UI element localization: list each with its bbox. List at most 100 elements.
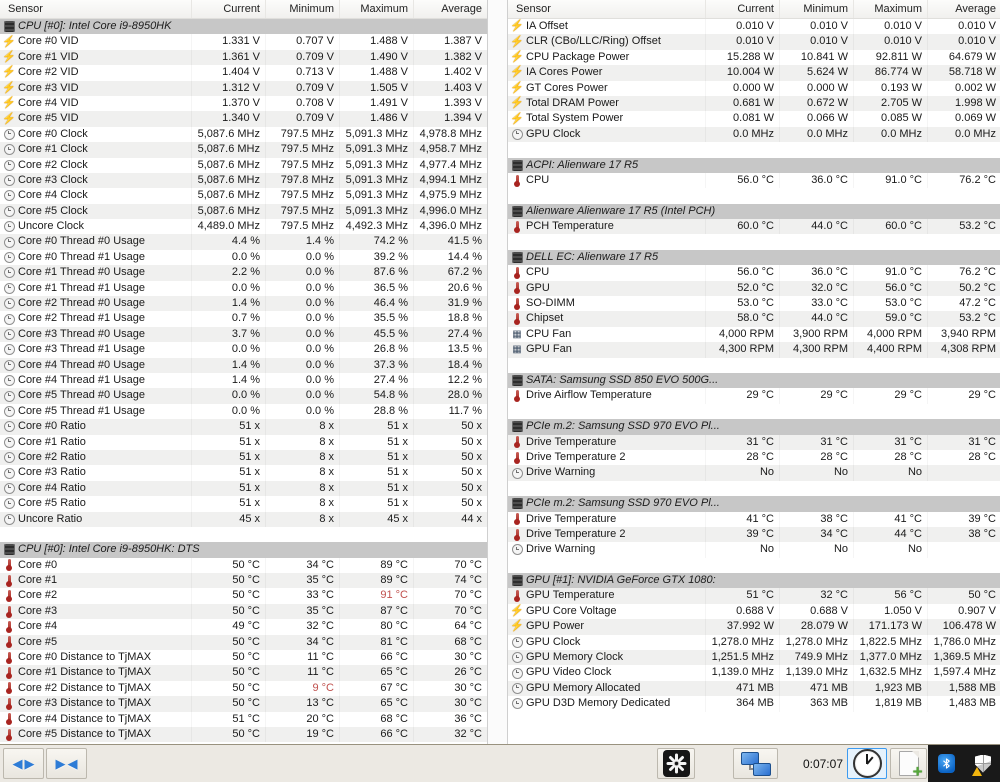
sensor-section-row[interactable]: Alienware Alienware 17 R5 (Intel PCH) [508, 204, 1000, 219]
sensor-row[interactable]: GPU Core Voltage0.688 V0.688 V1.050 V0.9… [508, 604, 1000, 619]
sensor-row[interactable]: Core #2 VID1.404 V0.713 V1.488 V1.402 V [0, 65, 487, 80]
fan-control-button[interactable] [657, 748, 695, 779]
sensor-row[interactable]: Core #3 Thread #1 Usage0.0 %0.0 %26.8 %1… [0, 342, 487, 357]
sensor-row[interactable]: Core #2 Thread #0 Usage1.4 %0.0 %46.4 %3… [0, 296, 487, 311]
pane-splitter[interactable] [488, 0, 507, 745]
sensor-row[interactable]: Drive Temperature31 °C31 °C31 °C31 °C [508, 435, 1000, 450]
sensor-section-row[interactable]: PCIe m.2: Samsung SSD 970 EVO Pl... [508, 496, 1000, 511]
sensor-row[interactable]: Core #3 Thread #0 Usage3.7 %0.0 %45.5 %2… [0, 327, 487, 342]
column-header-minimum[interactable]: Minimum [779, 0, 853, 18]
sensor-row[interactable]: GPU Temperature51 °C32 °C56 °C50 °C [508, 588, 1000, 603]
sensor-row[interactable]: Core #0 Thread #0 Usage4.4 %1.4 %74.2 %4… [0, 234, 487, 249]
sensor-row[interactable]: Core #2 Distance to TjMAX50 °C9 °C67 °C3… [0, 681, 487, 696]
sensor-row[interactable]: GPU Fan4,300 RPM4,300 RPM4,400 RPM4,308 … [508, 342, 1000, 357]
sensor-row[interactable]: CLR (CBo/LLC/Ring) Offset0.010 V0.010 V0… [508, 34, 1000, 49]
sensor-row[interactable]: Core #4 Clock5,087.6 MHz797.5 MHz5,091.3… [0, 188, 487, 203]
sensor-row[interactable]: GPU Memory Clock1,251.5 MHz749.9 MHz1,37… [508, 650, 1000, 665]
sensor-row[interactable]: CPU Package Power15.288 W10.841 W92.811 … [508, 50, 1000, 65]
sensor-row[interactable]: Core #050 °C34 °C89 °C70 °C [0, 558, 487, 573]
sensor-row[interactable]: Uncore Clock4,489.0 MHz797.5 MHz4,492.3 … [0, 219, 487, 234]
sensor-row[interactable]: Core #350 °C35 °C87 °C70 °C [0, 604, 487, 619]
sensor-row[interactable]: GPU Video Clock1,139.0 MHz1,139.0 MHz1,6… [508, 665, 1000, 680]
bluetooth-tray-icon[interactable] [938, 754, 955, 773]
clock-toggle-button[interactable] [847, 748, 887, 779]
column-header-average[interactable]: Average [413, 0, 487, 18]
sensor-row[interactable]: SO-DIMM53.0 °C33.0 °C53.0 °C47.2 °C [508, 296, 1000, 311]
column-header-sensor[interactable]: Sensor [0, 0, 191, 18]
sensor-row[interactable]: GPU52.0 °C32.0 °C56.0 °C50.2 °C [508, 281, 1000, 296]
sensor-section-row[interactable]: CPU [#0]: Intel Core i9-8950HK: DTS [0, 542, 487, 557]
column-header-maximum[interactable]: Maximum [853, 0, 927, 18]
sensor-row[interactable]: Core #4 Distance to TjMAX51 °C20 °C68 °C… [0, 712, 487, 727]
sensor-row[interactable]: CPU56.0 °C36.0 °C91.0 °C76.2 °C [508, 173, 1000, 188]
sensor-row[interactable]: Core #2 Ratio51 x8 x51 x50 x [0, 450, 487, 465]
sensor-row[interactable]: Core #5 Thread #1 Usage0.0 %0.0 %28.8 %1… [0, 404, 487, 419]
sensor-row[interactable]: Core #3 Clock5,087.6 MHz797.8 MHz5,091.3… [0, 173, 487, 188]
sensor-row[interactable]: Drive WarningNoNoNo [508, 465, 1000, 480]
sensor-row[interactable]: Core #1 Thread #1 Usage0.0 %0.0 %36.5 %2… [0, 281, 487, 296]
column-header-current[interactable]: Current [191, 0, 265, 18]
sensor-section-row[interactable]: GPU [#1]: NVIDIA GeForce GTX 1080: [508, 573, 1000, 588]
sensor-row[interactable]: IA Offset0.010 V0.010 V0.010 V0.010 V [508, 19, 1000, 34]
sensor-row[interactable]: Core #0 VID1.331 V0.707 V1.488 V1.387 V [0, 34, 487, 49]
sensor-row[interactable]: Drive Airflow Temperature29 °C29 °C29 °C… [508, 388, 1000, 403]
sensor-row[interactable]: Core #1 Clock5,087.6 MHz797.5 MHz5,091.3… [0, 142, 487, 157]
sensor-section-row[interactable]: PCIe m.2: Samsung SSD 970 EVO Pl... [508, 419, 1000, 434]
sensor-row[interactable]: Chipset58.0 °C44.0 °C59.0 °C53.2 °C [508, 311, 1000, 326]
sensor-row[interactable]: Uncore Ratio45 x8 x45 x44 x [0, 512, 487, 527]
sensor-row[interactable]: Core #0 Thread #1 Usage0.0 %0.0 %39.2 %1… [0, 250, 487, 265]
sensor-section-row[interactable]: CPU [#0]: Intel Core i9-8950HK [0, 19, 487, 34]
collapse-columns-button[interactable] [46, 748, 87, 779]
sensor-row[interactable]: Core #0 Distance to TjMAX50 °C11 °C66 °C… [0, 650, 487, 665]
sensor-row[interactable]: GT Cores Power0.000 W0.000 W0.193 W0.002… [508, 81, 1000, 96]
sensor-row[interactable]: Drive Temperature41 °C38 °C41 °C39 °C [508, 512, 1000, 527]
sensor-row[interactable]: Total DRAM Power0.681 W0.672 W2.705 W1.9… [508, 96, 1000, 111]
sensor-row[interactable]: Core #1 Thread #0 Usage2.2 %0.0 %87.6 %6… [0, 265, 487, 280]
sensor-row[interactable]: Core #4 VID1.370 V0.708 V1.491 V1.393 V [0, 96, 487, 111]
report-logging-button[interactable] [890, 748, 927, 779]
sensor-row[interactable]: Core #5 Thread #0 Usage0.0 %0.0 %54.8 %2… [0, 388, 487, 403]
sensor-row[interactable]: CPU Fan4,000 RPM3,900 RPM4,000 RPM3,940 … [508, 327, 1000, 342]
sensor-row[interactable]: Core #0 Ratio51 x8 x51 x50 x [0, 419, 487, 434]
sensor-row[interactable]: Core #4 Thread #0 Usage1.4 %0.0 %37.3 %1… [0, 358, 487, 373]
sensor-row[interactable]: Core #0 Clock5,087.6 MHz797.5 MHz5,091.3… [0, 127, 487, 142]
sensor-row[interactable]: IA Cores Power10.004 W5.624 W86.774 W58.… [508, 65, 1000, 80]
sensor-row[interactable]: GPU Clock1,278.0 MHz1,278.0 MHz1,822.5 M… [508, 635, 1000, 650]
sensor-row[interactable]: Core #1 Ratio51 x8 x51 x50 x [0, 435, 487, 450]
sensor-row[interactable]: Core #449 °C32 °C80 °C64 °C [0, 619, 487, 634]
sensor-section-row[interactable]: DELL EC: Alienware 17 R5 [508, 250, 1000, 265]
sensor-row[interactable]: Core #150 °C35 °C89 °C74 °C [0, 573, 487, 588]
sensor-row[interactable]: Drive Temperature 228 °C28 °C28 °C28 °C [508, 450, 1000, 465]
sensor-row[interactable]: Core #3 Ratio51 x8 x51 x50 x [0, 465, 487, 480]
sensor-row[interactable]: Core #2 Thread #1 Usage0.7 %0.0 %35.5 %1… [0, 311, 487, 326]
column-header-sensor[interactable]: Sensor [508, 0, 705, 18]
sensor-row[interactable]: Core #5 Ratio51 x8 x51 x50 x [0, 496, 487, 511]
column-header-current[interactable]: Current [705, 0, 779, 18]
sensor-row[interactable]: Core #5 VID1.340 V0.709 V1.486 V1.394 V [0, 111, 487, 126]
sensor-row[interactable]: Core #4 Thread #1 Usage1.4 %0.0 %27.4 %1… [0, 373, 487, 388]
sensor-row[interactable]: Core #550 °C34 °C81 °C68 °C [0, 635, 487, 650]
column-header-maximum[interactable]: Maximum [339, 0, 413, 18]
sensor-row[interactable]: Core #1 Distance to TjMAX50 °C11 °C65 °C… [0, 665, 487, 680]
expand-columns-button[interactable] [3, 748, 44, 779]
sensor-row[interactable]: Core #1 VID1.361 V0.709 V1.490 V1.382 V [0, 50, 487, 65]
sensor-row[interactable]: GPU D3D Memory Dedicated364 MB363 MB1,81… [508, 696, 1000, 711]
sensor-row[interactable]: Total System Power0.081 W0.066 W0.085 W0… [508, 111, 1000, 126]
sensor-row[interactable]: Core #3 Distance to TjMAX50 °C13 °C65 °C… [0, 696, 487, 711]
sensor-row[interactable]: Drive Temperature 239 °C34 °C44 °C38 °C [508, 527, 1000, 542]
sensor-row[interactable]: GPU Clock0.0 MHz0.0 MHz0.0 MHz0.0 MHz [508, 127, 1000, 142]
sensor-row[interactable]: GPU Power37.992 W28.079 W171.173 W106.47… [508, 619, 1000, 634]
sensor-row[interactable]: Core #5 Distance to TjMAX50 °C19 °C66 °C… [0, 727, 487, 742]
remote-sensing-button[interactable] [733, 748, 778, 779]
sensor-section-row[interactable]: ACPI: Alienware 17 R5 [508, 158, 1000, 173]
sensor-row[interactable]: Core #3 VID1.312 V0.709 V1.505 V1.403 V [0, 81, 487, 96]
sensor-row[interactable]: Drive WarningNoNoNo [508, 542, 1000, 557]
sensor-row[interactable]: Core #4 Ratio51 x8 x51 x50 x [0, 481, 487, 496]
sensor-row[interactable]: PCH Temperature60.0 °C44.0 °C60.0 °C53.2… [508, 219, 1000, 234]
sensor-row[interactable]: GPU Memory Allocated471 MB471 MB1,923 MB… [508, 681, 1000, 696]
sensor-row[interactable]: Core #5 Clock5,087.6 MHz797.5 MHz5,091.3… [0, 204, 487, 219]
column-header-minimum[interactable]: Minimum [265, 0, 339, 18]
sensor-row[interactable]: Core #2 Clock5,087.6 MHz797.5 MHz5,091.3… [0, 158, 487, 173]
sensor-section-row[interactable]: SATA: Samsung SSD 850 EVO 500G... [508, 373, 1000, 388]
column-header-average[interactable]: Average [927, 0, 1000, 18]
